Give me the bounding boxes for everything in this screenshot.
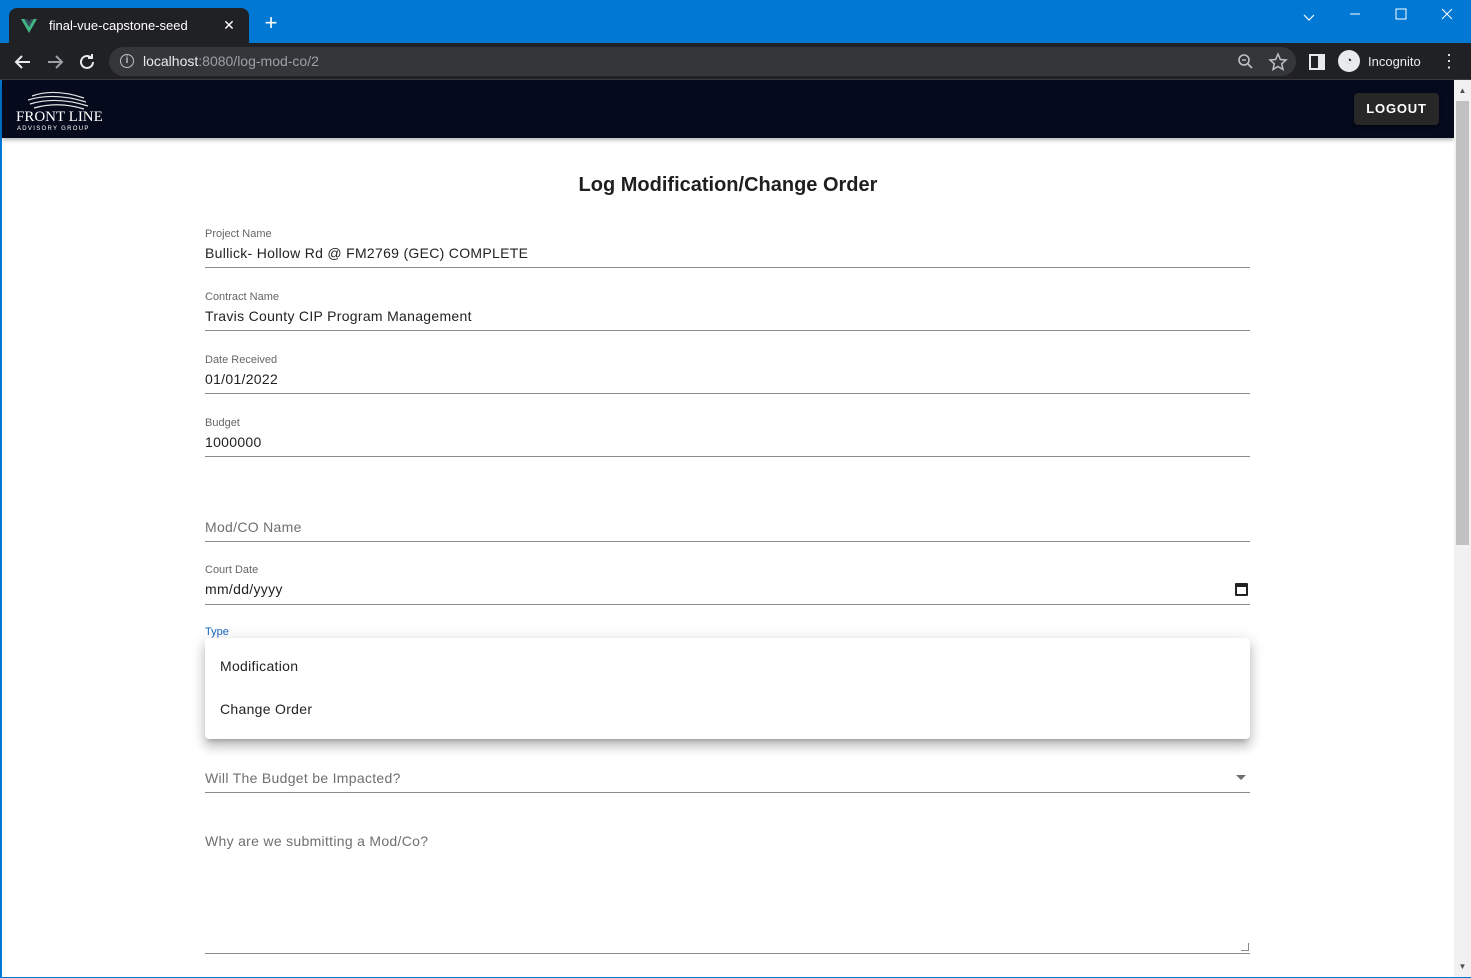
- type-label: Type: [205, 626, 229, 638]
- url-path: :8080/log-mod-co/2: [198, 53, 319, 69]
- mod-co-name-placeholder: Mod/CO Name: [205, 519, 302, 535]
- budget-impacted-select[interactable]: Will The Budget be Impacted?: [205, 760, 1250, 793]
- project-name-value[interactable]: Bullick- Hollow Rd @ FM2769 (GEC) COMPLE…: [205, 245, 528, 261]
- forward-arrow-icon[interactable]: [44, 51, 66, 73]
- minimize-icon[interactable]: [1340, 4, 1370, 24]
- date-received-label: Date Received: [205, 354, 278, 366]
- incognito-icon: ◔: [1338, 50, 1360, 72]
- menu-item-change-order[interactable]: Change Order: [205, 688, 1250, 730]
- browser-menu-icon[interactable]: ⋮: [1440, 51, 1458, 72]
- contract-name-label: Contract Name: [205, 291, 279, 303]
- browser-tab[interactable]: final-vue-capstone-seed ✕: [9, 8, 249, 43]
- back-arrow-icon[interactable]: [12, 51, 34, 73]
- date-received-value[interactable]: 01/01/2022: [205, 371, 278, 387]
- mod-co-name-field[interactable]: Mod/CO Name: [205, 510, 1250, 542]
- side-panel-icon[interactable]: [1307, 52, 1327, 72]
- bookmark-star-icon[interactable]: [1268, 52, 1288, 72]
- contract-name-field[interactable]: Contract Name Travis County CIP Program …: [205, 289, 1250, 331]
- browser-toolbar: i localhost:8080/log-mod-co/2 ◔ Incognit…: [0, 43, 1471, 80]
- vue-logo-icon: [21, 18, 37, 33]
- tab-close-icon[interactable]: ✕: [221, 17, 237, 34]
- project-name-field[interactable]: Project Name Bullick- Hollow Rd @ FM2769…: [205, 226, 1250, 268]
- address-bar[interactable]: i localhost:8080/log-mod-co/2: [109, 47, 1296, 76]
- logo-text: FRONT LINE: [16, 109, 103, 125]
- court-date-value[interactable]: mm/dd/yyyy: [205, 581, 283, 597]
- scroll-down-icon[interactable]: ▼: [1454, 958, 1471, 975]
- logout-button[interactable]: LOGOUT: [1354, 93, 1439, 125]
- page-scrollbar[interactable]: ▲ ▼: [1454, 80, 1471, 977]
- type-dropdown-menu: Modification Change Order: [205, 638, 1250, 739]
- menu-item-modification[interactable]: Modification: [205, 645, 1250, 687]
- logo-subtext: ADVISORY GROUP: [17, 126, 90, 132]
- reason-textarea[interactable]: Why are we submitting a Mod/Co?: [205, 824, 1250, 954]
- new-tab-button[interactable]: +: [259, 12, 283, 34]
- url-host: localhost: [143, 53, 199, 69]
- app-header: FRONT LINE ADVISORY GROUP LOGOUT: [2, 80, 1454, 138]
- scroll-up-icon[interactable]: ▲: [1454, 82, 1471, 99]
- reload-icon[interactable]: [76, 51, 98, 73]
- tab-title: final-vue-capstone-seed: [49, 18, 188, 33]
- budget-value[interactable]: 1000000: [205, 434, 262, 450]
- date-received-field[interactable]: Date Received 01/01/2022: [205, 352, 1250, 394]
- budget-field[interactable]: Budget 1000000: [205, 415, 1250, 457]
- budget-label: Budget: [205, 417, 240, 429]
- front-line-logo: FRONT LINE ADVISORY GROUP: [16, 91, 103, 132]
- url-text: localhost:8080/log-mod-co/2: [143, 53, 319, 69]
- calendar-icon[interactable]: [1235, 583, 1248, 596]
- court-date-field[interactable]: Court Date mm/dd/yyyy: [205, 562, 1250, 605]
- page-title: Log Modification/Change Order: [578, 174, 878, 196]
- contract-name-value[interactable]: Travis County CIP Program Management: [205, 308, 472, 324]
- resize-grip-icon[interactable]: [1241, 943, 1249, 951]
- project-name-label: Project Name: [205, 228, 272, 240]
- tab-search-icon[interactable]: [1294, 8, 1324, 28]
- budget-impacted-placeholder: Will The Budget be Impacted?: [205, 770, 401, 786]
- profile-label: Incognito: [1368, 53, 1421, 69]
- court-date-label: Court Date: [205, 564, 259, 576]
- maximize-icon[interactable]: [1386, 4, 1416, 24]
- close-window-icon[interactable]: [1432, 4, 1462, 24]
- incognito-profile[interactable]: ◔ Incognito: [1338, 50, 1421, 72]
- reason-placeholder: Why are we submitting a Mod/Co?: [205, 833, 429, 849]
- dropdown-caret-icon[interactable]: [1236, 775, 1246, 780]
- scroll-thumb[interactable]: [1456, 101, 1469, 545]
- page-viewport: FRONT LINE ADVISORY GROUP LOGOUT Log Mod…: [0, 80, 1471, 978]
- zoom-icon[interactable]: [1236, 52, 1256, 72]
- site-info-icon[interactable]: i: [120, 54, 134, 68]
- browser-titlebar: final-vue-capstone-seed ✕ +: [0, 0, 1471, 43]
